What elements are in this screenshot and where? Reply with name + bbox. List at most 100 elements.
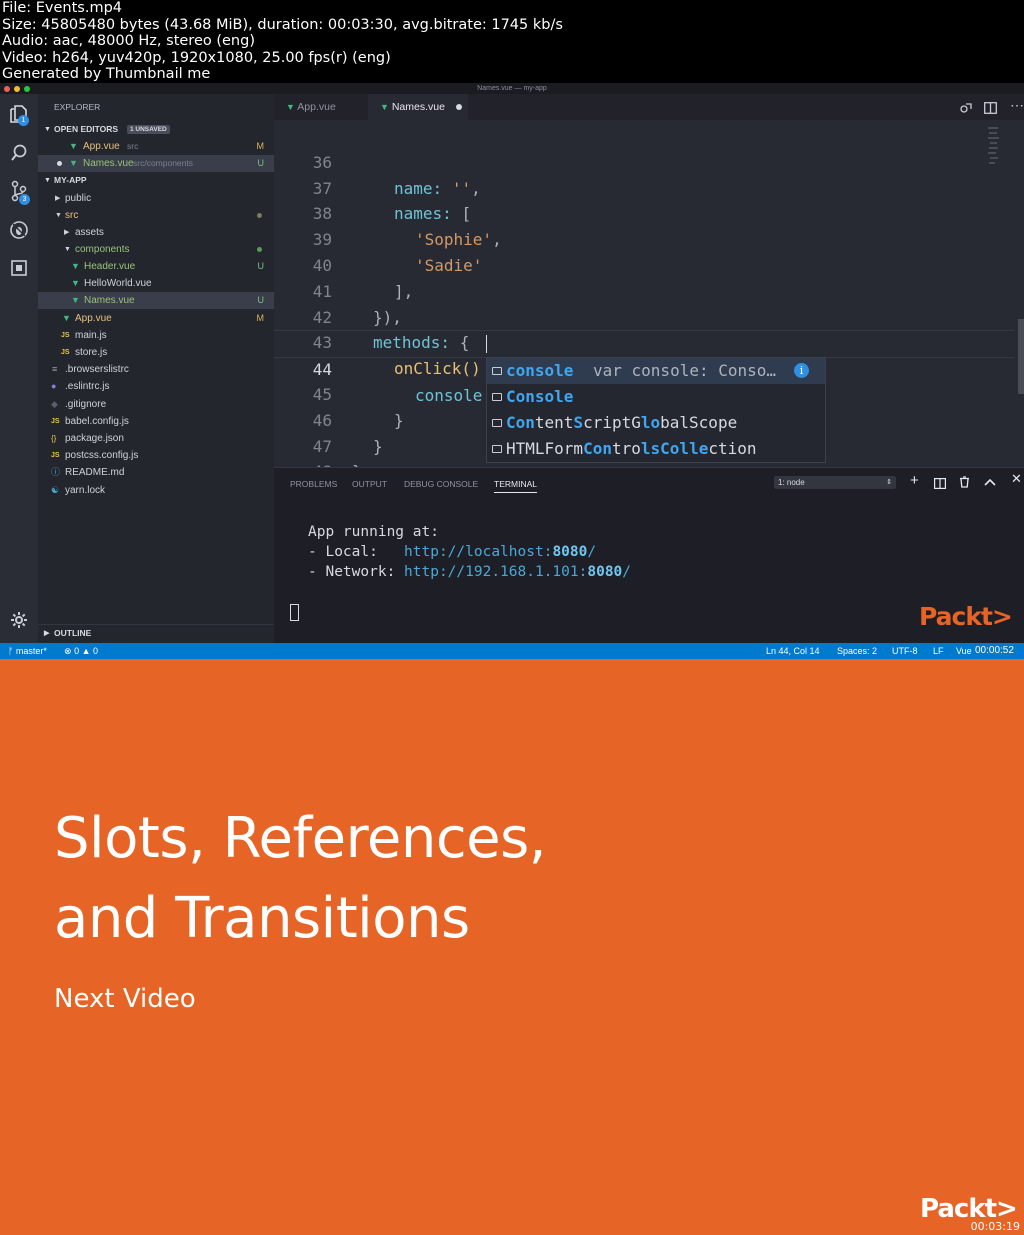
info-line: Video: h264, yuv420p, 1920x1080, 25.00 f… — [2, 49, 391, 66]
project-label: MY-APP — [54, 175, 87, 185]
tree-file[interactable]: ▼ HelloWorld.vue — [38, 275, 274, 292]
tree-file[interactable]: ▼ App.vue M — [38, 310, 274, 327]
tree-file[interactable]: ⓘ README.md — [38, 464, 274, 481]
more-actions-icon[interactable]: ⋯ — [1010, 97, 1024, 114]
suggestion-item[interactable]: ContentScriptGlobalScope — [487, 410, 825, 436]
split-terminal-icon[interactable] — [934, 476, 947, 494]
gear-icon[interactable] — [9, 611, 29, 631]
open-editor-item[interactable]: ▼ App.vue src M — [38, 138, 274, 155]
info-line: Audio: aac, 48000 Hz, stereo (eng) — [2, 33, 255, 50]
suggestion-item[interactable]: console var console: Conso… i — [487, 358, 825, 384]
info-line: Generated by Thumbnail me — [2, 66, 211, 83]
info-file-icon: ⓘ — [51, 467, 61, 477]
tree-folder[interactable]: ▼ components — [38, 241, 274, 258]
vue-file-icon: ▼ — [71, 278, 80, 288]
info-icon[interactable]: i — [794, 363, 809, 378]
chevron-down-icon: ▼ — [44, 177, 51, 184]
search-icon[interactable] — [9, 143, 29, 163]
variable-icon — [492, 419, 502, 427]
git-status: U — [257, 158, 265, 168]
tab-problems[interactable]: PROBLEMS — [290, 479, 337, 489]
tree-file[interactable]: JS postcss.config.js — [38, 447, 274, 464]
cursor-position[interactable]: Ln 44, Col 14 — [766, 643, 820, 659]
file-path: src/components — [133, 158, 193, 168]
tab-output[interactable]: OUTPUT — [352, 479, 387, 489]
problems-indicator[interactable]: ⊗ 0 ▲ 0 — [64, 643, 98, 659]
tree-file[interactable]: ◆ .gitignore — [38, 396, 274, 413]
debug-icon[interactable] — [9, 220, 29, 240]
suggestion-detail: var console: Conso… — [593, 361, 777, 380]
video-timestamp: 00:03:19 — [970, 1220, 1020, 1233]
network-url-link[interactable]: http://192.168.1.101:8080/ — [404, 564, 631, 580]
window-title: Names.vue — my-app — [477, 85, 547, 92]
indentation[interactable]: Spaces: 2 — [837, 643, 877, 659]
suggestion-label: ContentScriptGlobalScope — [506, 413, 738, 432]
tab-app-vue[interactable]: ▼ App.vue — [274, 94, 368, 120]
suggestion-item[interactable]: Console — [487, 384, 825, 410]
extensions-icon[interactable] — [9, 259, 29, 279]
tree-file[interactable]: JS store.js — [38, 344, 274, 361]
open-editors-section[interactable]: ▼ OPEN EDITORS 1 UNSAVED — [38, 121, 274, 138]
tree-file[interactable]: ▼ Header.vue U — [38, 258, 274, 275]
suggestion-item[interactable]: HTMLFormControlsCollection — [487, 436, 825, 462]
window-titlebar: Names.vue — my-app — [0, 83, 1024, 94]
code-line: 42 methods: { — [274, 279, 1014, 353]
split-editor-icon[interactable] — [984, 101, 997, 119]
tree-file[interactable]: JS main.js — [38, 327, 274, 344]
tree-file[interactable]: ▼ Names.vue U — [38, 292, 274, 309]
minimize-window-button[interactable] — [14, 85, 20, 92]
vertical-scrollbar[interactable] — [1018, 319, 1024, 394]
close-window-button[interactable] — [4, 85, 10, 92]
chevron-down-icon: ▼ — [64, 246, 71, 253]
tab-terminal[interactable]: TERMINAL — [494, 479, 537, 493]
outline-section[interactable]: ▶ OUTLINE — [38, 624, 274, 642]
tree-file[interactable]: JS babel.config.js — [38, 413, 274, 430]
bottom-panel: PROBLEMS OUTPUT DEBUG CONSOLE TERMINAL 1… — [274, 467, 1024, 644]
error-count: 0 — [74, 646, 80, 656]
file-name: App.vue — [75, 313, 112, 324]
unsaved-dot-icon[interactable] — [456, 104, 462, 110]
chevron-right-icon: ▶ — [44, 630, 50, 637]
explorer-badge: 1 — [18, 115, 29, 126]
vue-file-icon: ▼ — [71, 261, 80, 271]
encoding[interactable]: UTF-8 — [892, 643, 918, 659]
config-file-icon: ≡ — [52, 364, 58, 374]
source-control-icon[interactable]: 3 — [9, 180, 30, 205]
tree-file[interactable]: ● .eslintrc.js — [38, 378, 274, 395]
vue-file-icon: ▼ — [380, 102, 389, 112]
autocomplete-widget: console var console: Conso… i Console Co… — [486, 357, 826, 463]
git-status: M — [256, 141, 265, 151]
tree-folder[interactable]: ▼ src — [38, 207, 274, 224]
file-name: HelloWorld.vue — [84, 278, 152, 289]
chevron-down-icon: ▼ — [55, 212, 62, 219]
explorer-icon[interactable]: 1 — [9, 104, 29, 126]
tab-names-vue[interactable]: ▼ Names.vue — [368, 94, 468, 120]
open-editor-item[interactable]: ▼ Names.vue src/components U — [38, 155, 274, 172]
tree-file[interactable]: {} package.json — [38, 430, 274, 447]
terminal-select[interactable]: 1: node ⇕ — [774, 476, 896, 489]
tree-file[interactable]: ☯ yarn.lock — [38, 482, 274, 499]
maximize-panel-icon[interactable] — [984, 474, 996, 492]
close-panel-icon[interactable]: ✕ — [1011, 471, 1022, 487]
tree-folder[interactable]: ▶ assets — [38, 224, 274, 241]
project-section[interactable]: ▼ MY-APP — [38, 172, 274, 189]
language-mode[interactable]: Vue — [956, 643, 972, 659]
git-file-icon: ◆ — [51, 399, 58, 409]
branch-indicator[interactable]: ᚠ master* — [8, 643, 47, 659]
add-terminal-icon[interactable]: + — [910, 472, 919, 489]
trash-icon[interactable] — [959, 475, 970, 493]
maximize-window-button[interactable] — [24, 85, 30, 92]
variable-icon — [492, 445, 502, 453]
line-ending[interactable]: LF — [933, 643, 944, 659]
tree-folder[interactable]: ▶ public — [38, 190, 274, 207]
chevron-right-icon: ▶ — [64, 229, 70, 236]
file-name: babel.config.js — [65, 416, 129, 427]
open-changes-icon[interactable] — [960, 101, 973, 119]
vue-file-icon: ▼ — [286, 102, 295, 112]
warning-icon: ▲ — [81, 646, 91, 656]
tab-debug-console[interactable]: DEBUG CONSOLE — [404, 479, 478, 489]
info-line: File: Events.mp4 — [2, 0, 123, 16]
local-url-link[interactable]: http://localhost:8080/ — [404, 544, 596, 560]
terminal-select-value: 1: node — [778, 478, 805, 487]
tree-file[interactable]: ≡ .browserslistrc — [38, 361, 274, 378]
